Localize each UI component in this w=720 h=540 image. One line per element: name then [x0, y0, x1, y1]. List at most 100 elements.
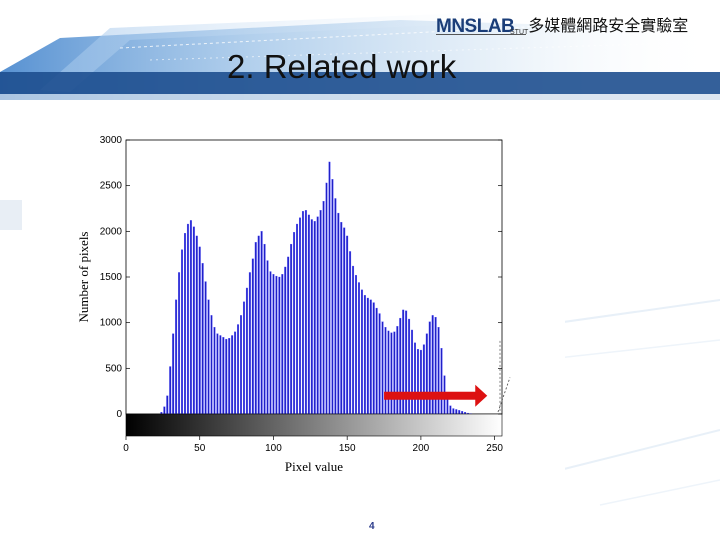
x-tick-label: 150: [339, 443, 356, 454]
logo-underline: [436, 34, 526, 35]
histogram-bar: [172, 333, 175, 415]
histogram-bar: [213, 327, 216, 415]
histogram-bar: [216, 333, 219, 415]
histogram-bar: [266, 260, 269, 415]
histogram-bar: [322, 201, 325, 415]
histogram-bar: [210, 315, 213, 415]
histogram-bar: [201, 263, 204, 415]
histogram-bar: [331, 179, 334, 415]
histogram-bar: [378, 313, 381, 415]
histogram-bar: [425, 333, 428, 415]
histogram-bar: [299, 217, 301, 415]
histogram-bar: [290, 243, 293, 415]
histogram-bar: [296, 223, 299, 415]
histogram-bar: [416, 349, 419, 415]
histogram-bar: [343, 227, 346, 415]
histogram-bar: [287, 256, 290, 415]
histogram-bar: [419, 349, 422, 415]
red-arrow-shaft: [384, 391, 478, 400]
histogram-bar: [278, 276, 281, 415]
x-tick-label: 0: [123, 443, 129, 454]
histogram-bar: [458, 410, 461, 415]
histogram-bar: [414, 342, 416, 415]
histogram-bar: [166, 395, 169, 415]
x-tick-label: 100: [265, 443, 282, 454]
y-tick-label: 1000: [100, 318, 123, 329]
histogram-bar: [237, 324, 240, 415]
histogram-bar: [449, 405, 452, 415]
histogram-bar: [310, 219, 313, 415]
slide-title: 2. Related work: [227, 48, 457, 85]
histogram-bar: [325, 182, 328, 415]
x-tick-label: 50: [194, 443, 206, 454]
histogram-bar: [269, 271, 272, 415]
histogram-bar: [358, 282, 360, 415]
histogram-bar: [422, 344, 425, 415]
histogram-bar: [349, 251, 352, 415]
y-tick-label: 500: [105, 363, 122, 374]
histogram-figure: 0 500 1000 1500 2000 2500 3000 0 50 100 150 200 250 P…: [48, 126, 565, 480]
x-tick-label: 200: [413, 443, 430, 454]
histogram-bar: [275, 275, 278, 415]
histogram-bar: [231, 335, 234, 415]
histogram-bar: [307, 214, 310, 415]
histogram-bar: [355, 275, 357, 415]
histogram-bar: [260, 231, 263, 415]
histogram-bar: [337, 212, 340, 415]
histogram-bar: [452, 408, 455, 415]
lab-name: 多媒體網路安全實驗室: [528, 16, 689, 35]
histogram-bar: [393, 331, 396, 415]
histogram-bar: [192, 226, 195, 415]
histogram-bar: [366, 297, 369, 415]
histogram-bar: [381, 321, 384, 415]
histogram-bar: [396, 326, 399, 415]
histogram-bar: [360, 289, 363, 415]
x-axis-label: Pixel value: [285, 459, 343, 474]
histogram-bar: [225, 338, 228, 415]
histogram-bar: [272, 274, 275, 415]
histogram-bar: [372, 302, 375, 415]
histogram-bar: [163, 406, 166, 415]
histogram-bar: [240, 315, 242, 415]
page-number: 4: [369, 521, 375, 532]
histogram-bar: [340, 222, 343, 415]
x-tick-label: 250: [486, 443, 503, 454]
histogram-bar: [369, 299, 372, 415]
histogram-chart: 0 500 1000 1500 2000 2500 3000 0 50 100 150 200 250 P…: [76, 135, 511, 474]
histogram-bar: [284, 266, 287, 415]
histogram-bar: [186, 223, 189, 415]
histogram-bar: [461, 411, 464, 415]
histogram-bar: [411, 329, 414, 415]
histogram-bar: [189, 220, 192, 415]
histogram-bar: [254, 242, 257, 415]
histogram-bar: [181, 249, 183, 415]
histogram-bar: [248, 272, 251, 415]
histogram-bar: [195, 235, 198, 415]
histogram-bar: [352, 265, 355, 415]
histogram-bar: [228, 338, 231, 415]
histogram-bar: [234, 331, 237, 415]
y-tick-label: 0: [116, 409, 122, 420]
y-axis-label: Number of pixels: [76, 232, 91, 323]
histogram-bar: [346, 235, 349, 415]
y-tick-label: 2000: [100, 226, 123, 237]
histogram-bar: [263, 243, 266, 415]
histogram-bar: [319, 210, 322, 415]
grayscale-colorbar: [125, 413, 503, 437]
histogram-bar: [387, 330, 390, 415]
histogram-bar: [390, 332, 393, 415]
histogram-bar: [175, 299, 178, 415]
red-arrow-head: [475, 384, 488, 407]
histogram-bar: [222, 337, 225, 415]
histogram-bar: [446, 397, 449, 415]
y-tick-label: 1500: [100, 272, 123, 283]
histogram-bar: [293, 232, 296, 415]
lab-logo: MNSLAB STUT 多媒體網路安全實驗室: [436, 6, 688, 38]
histogram-bar: [316, 216, 319, 415]
histogram-bar: [207, 299, 210, 415]
histogram-bar: [375, 307, 378, 415]
histogram-bar: [251, 258, 254, 415]
histogram-bar: [334, 198, 337, 415]
histogram-bar: [245, 287, 248, 415]
histogram-bar: [178, 272, 181, 415]
